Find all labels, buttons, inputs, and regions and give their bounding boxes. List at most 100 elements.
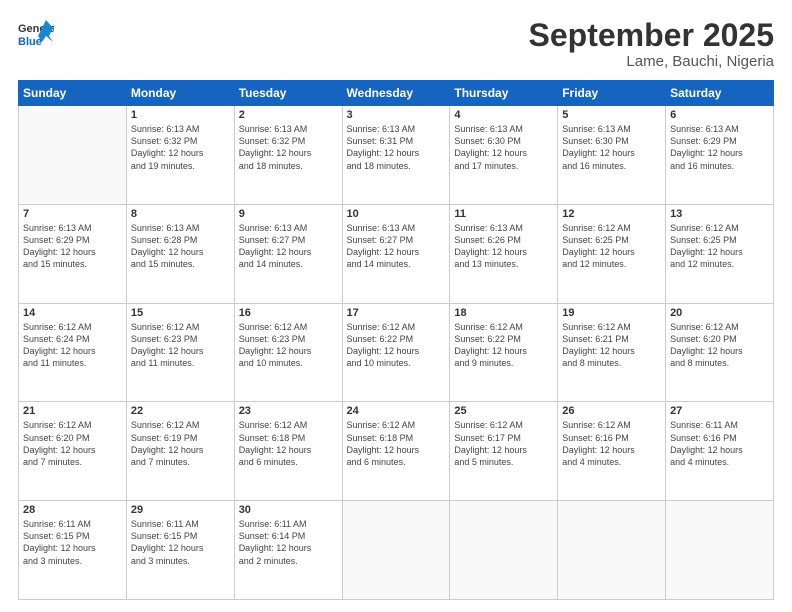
header: General Blue September 2025 Lame, Bauchi…: [18, 18, 774, 70]
calendar-cell: 18 Sunrise: 6:12 AMSunset: 6:22 PMDayligh…: [450, 303, 558, 402]
day-number: 21: [23, 405, 122, 417]
calendar-cell: 27Sunrise: 6:11 AMSunset: 6:16 PMDayligh…: [666, 402, 774, 501]
day-number: 10: [347, 208, 446, 220]
day-info: Sunrise: 6:12 AMSunset: 6:17 PMDaylight:…: [454, 419, 553, 468]
day-number: 2: [239, 109, 338, 121]
day-number: 13: [670, 208, 769, 220]
calendar-cell: 11 Sunrise: 6:13 AMSunset: 6:26 PMDayligh…: [450, 204, 558, 303]
calendar-cell: [19, 106, 127, 205]
day-number: 9: [239, 208, 338, 220]
day-number: 20: [670, 307, 769, 319]
day-number: 29: [131, 504, 230, 516]
calendar-cell: 5 Sunrise: 6:13 AMSunset: 6:30 PMDaylight…: [558, 106, 666, 205]
calendar-table: Sunday Monday Tuesday Wednesday Thursday…: [18, 80, 774, 600]
header-sunday: Sunday: [19, 81, 127, 106]
day-info: Sunrise: 6:12 AMSunset: 6:18 PMDaylight:…: [347, 419, 446, 468]
day-info: Sunrise: 6:11 AMSunset: 6:16 PMDaylight:…: [670, 419, 769, 468]
day-header-row: Sunday Monday Tuesday Wednesday Thursday…: [19, 81, 774, 106]
calendar-cell: 7 Sunrise: 6:13 AMSunset: 6:29 PMDaylight…: [19, 204, 127, 303]
day-info: Sunrise: 6:12 AMSunset: 6:22 PMDaylight:…: [347, 321, 446, 370]
calendar-cell: 21 Sunrise: 6:12 AMSunset: 6:20 PMDayligh…: [19, 402, 127, 501]
day-number: 15: [131, 307, 230, 319]
day-info: Sunrise: 6:13 AMSunset: 6:31 PMDaylight:…: [347, 123, 446, 172]
day-number: 24: [347, 405, 446, 417]
calendar-cell: 2Sunrise: 6:13 AMSunset: 6:32 PMDaylight…: [234, 106, 342, 205]
day-info: Sunrise: 6:13 AMSunset: 6:29 PMDaylight:…: [670, 123, 769, 172]
calendar-cell: 30 Sunrise: 6:11 AMSunset: 6:14 PMDayligh…: [234, 501, 342, 600]
calendar-cell: 29Sunrise: 6:11 AMSunset: 6:15 PMDayligh…: [126, 501, 234, 600]
day-number: 17: [347, 307, 446, 319]
day-number: 8: [131, 208, 230, 220]
day-number: 19: [562, 307, 661, 319]
calendar-cell: 10Sunrise: 6:13 AMSunset: 6:27 PMDayligh…: [342, 204, 450, 303]
calendar-cell: 4 Sunrise: 6:13 AMSunset: 6:30 PMDaylight…: [450, 106, 558, 205]
day-info: Sunrise: 6:12 AMSunset: 6:23 PMDaylight:…: [131, 321, 230, 370]
header-monday: Monday: [126, 81, 234, 106]
day-info: Sunrise: 6:13 AMSunset: 6:29 PMDaylight:…: [23, 222, 122, 271]
day-info: Sunrise: 6:11 AMSunset: 6:14 PMDaylight:…: [239, 518, 338, 567]
day-info: Sunrise: 6:12 AMSunset: 6:25 PMDaylight:…: [562, 222, 661, 271]
day-number: 1: [131, 109, 230, 121]
day-number: 30: [239, 504, 338, 516]
calendar-cell: 13 Sunrise: 6:12 AMSunset: 6:25 PMDayligh…: [666, 204, 774, 303]
day-info: Sunrise: 6:13 AMSunset: 6:27 PMDaylight:…: [239, 222, 338, 271]
calendar-cell: 22 Sunrise: 6:12 AMSunset: 6:19 PMDayligh…: [126, 402, 234, 501]
day-number: 4: [454, 109, 553, 121]
day-info: Sunrise: 6:12 AMSunset: 6:21 PMDaylight:…: [562, 321, 661, 370]
day-info: Sunrise: 6:13 AMSunset: 6:30 PMDaylight:…: [562, 123, 661, 172]
day-number: 25: [454, 405, 553, 417]
day-info: Sunrise: 6:13 AMSunset: 6:28 PMDaylight:…: [131, 222, 230, 271]
calendar-cell: 24 Sunrise: 6:12 AMSunset: 6:18 PMDayligh…: [342, 402, 450, 501]
calendar-week-row: 21 Sunrise: 6:12 AMSunset: 6:20 PMDayligh…: [19, 402, 774, 501]
calendar-cell: 14 Sunrise: 6:12 AMSunset: 6:24 PMDayligh…: [19, 303, 127, 402]
day-info: Sunrise: 6:13 AMSunset: 6:30 PMDaylight:…: [454, 123, 553, 172]
title-block: September 2025 Lame, Bauchi, Nigeria: [529, 18, 774, 70]
day-info: Sunrise: 6:12 AMSunset: 6:20 PMDaylight:…: [23, 419, 122, 468]
day-info: Sunrise: 6:12 AMSunset: 6:22 PMDaylight:…: [454, 321, 553, 370]
day-info: Sunrise: 6:12 AMSunset: 6:24 PMDaylight:…: [23, 321, 122, 370]
day-number: 5: [562, 109, 661, 121]
calendar-cell: 19 Sunrise: 6:12 AMSunset: 6:21 PMDayligh…: [558, 303, 666, 402]
day-number: 18: [454, 307, 553, 319]
day-info: Sunrise: 6:12 AMSunset: 6:25 PMDaylight:…: [670, 222, 769, 271]
day-info: Sunrise: 6:12 AMSunset: 6:19 PMDaylight:…: [131, 419, 230, 468]
calendar-cell: [450, 501, 558, 600]
day-number: 14: [23, 307, 122, 319]
header-saturday: Saturday: [666, 81, 774, 106]
calendar-cell: [558, 501, 666, 600]
calendar-title: September 2025: [529, 18, 774, 53]
calendar-cell: 28Sunrise: 6:11 AMSunset: 6:15 PMDayligh…: [19, 501, 127, 600]
calendar-week-row: 14 Sunrise: 6:12 AMSunset: 6:24 PMDayligh…: [19, 303, 774, 402]
day-number: 22: [131, 405, 230, 417]
logo-icon: General Blue: [18, 18, 54, 54]
day-number: 11: [454, 208, 553, 220]
day-info: Sunrise: 6:13 AMSunset: 6:26 PMDaylight:…: [454, 222, 553, 271]
calendar-cell: 17 Sunrise: 6:12 AMSunset: 6:22 PMDayligh…: [342, 303, 450, 402]
page: General Blue September 2025 Lame, Bauchi…: [0, 0, 792, 612]
logo: General Blue: [18, 18, 56, 54]
header-friday: Friday: [558, 81, 666, 106]
day-info: Sunrise: 6:13 AMSunset: 6:32 PMDaylight:…: [131, 123, 230, 172]
calendar-cell: [666, 501, 774, 600]
day-number: 12: [562, 208, 661, 220]
calendar-cell: 1 Sunrise: 6:13 AMSunset: 6:32 PMDaylight…: [126, 106, 234, 205]
calendar-cell: 26Sunrise: 6:12 AMSunset: 6:16 PMDayligh…: [558, 402, 666, 501]
day-info: Sunrise: 6:12 AMSunset: 6:18 PMDaylight:…: [239, 419, 338, 468]
calendar-cell: 20 Sunrise: 6:12 AMSunset: 6:20 PMDayligh…: [666, 303, 774, 402]
calendar-cell: 15 Sunrise: 6:12 AMSunset: 6:23 PMDayligh…: [126, 303, 234, 402]
header-tuesday: Tuesday: [234, 81, 342, 106]
header-wednesday: Wednesday: [342, 81, 450, 106]
calendar-cell: 16Sunrise: 6:12 AMSunset: 6:23 PMDayligh…: [234, 303, 342, 402]
day-number: 16: [239, 307, 338, 319]
day-info: Sunrise: 6:12 AMSunset: 6:16 PMDaylight:…: [562, 419, 661, 468]
calendar-cell: 23Sunrise: 6:12 AMSunset: 6:18 PMDayligh…: [234, 402, 342, 501]
calendar-cell: 25 Sunrise: 6:12 AMSunset: 6:17 PMDayligh…: [450, 402, 558, 501]
calendar-week-row: 1 Sunrise: 6:13 AMSunset: 6:32 PMDaylight…: [19, 106, 774, 205]
day-number: 6: [670, 109, 769, 121]
calendar-week-row: 28Sunrise: 6:11 AMSunset: 6:15 PMDayligh…: [19, 501, 774, 600]
day-number: 7: [23, 208, 122, 220]
calendar-cell: [342, 501, 450, 600]
day-info: Sunrise: 6:12 AMSunset: 6:20 PMDaylight:…: [670, 321, 769, 370]
day-number: 3: [347, 109, 446, 121]
calendar-week-row: 7 Sunrise: 6:13 AMSunset: 6:29 PMDaylight…: [19, 204, 774, 303]
